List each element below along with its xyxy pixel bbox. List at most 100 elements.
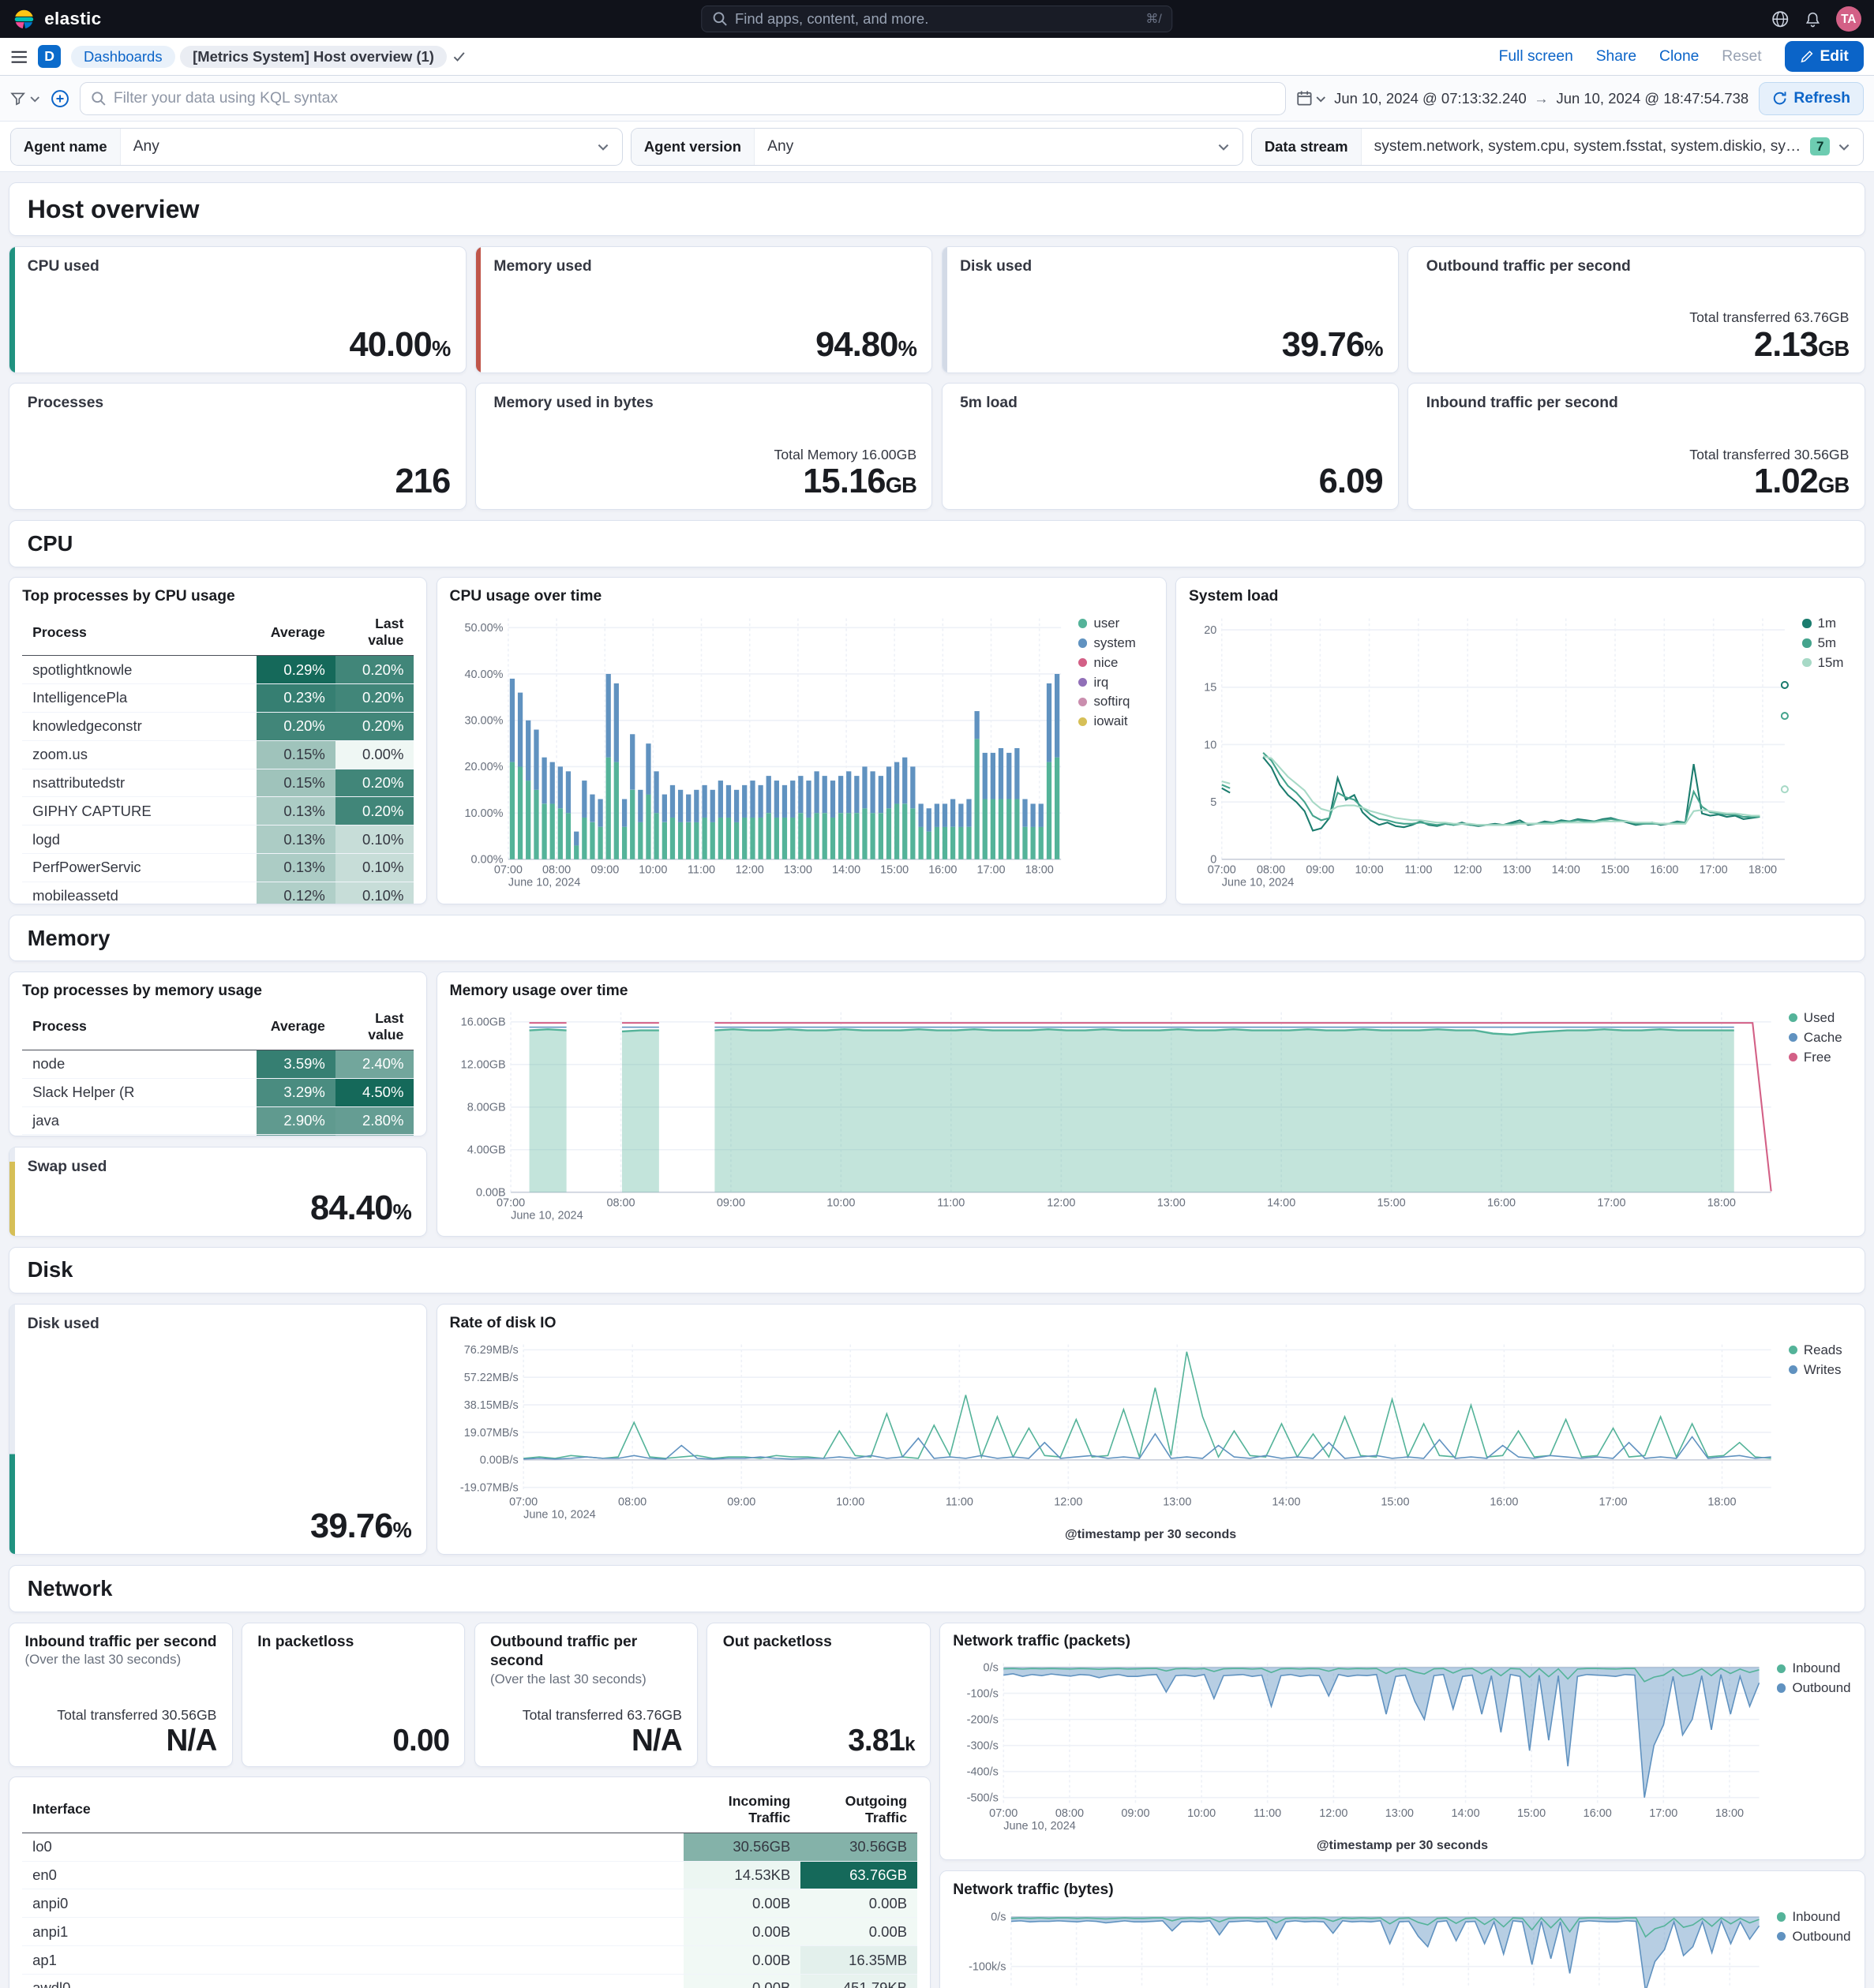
legend-dot-icon xyxy=(1078,658,1088,668)
notifications-bell-icon[interactable] xyxy=(1805,11,1821,28)
dashboard-app-badge[interactable]: D xyxy=(38,45,62,69)
svg-text:8.00GB: 8.00GB xyxy=(467,1102,505,1114)
table-cell: 0.20% xyxy=(335,655,414,684)
legend-item[interactable]: user xyxy=(1078,616,1136,631)
svg-text:5: 5 xyxy=(1210,796,1216,809)
legend-item[interactable]: Reads xyxy=(1788,1342,1842,1358)
metric-memory-used[interactable]: Memory used 94.80% xyxy=(474,245,933,373)
legend-item[interactable]: Outbound xyxy=(1777,1929,1851,1945)
metric-processes[interactable]: Processes 216 xyxy=(9,383,467,511)
x-axis-title: @timestamp per 30 seconds xyxy=(1316,1838,1489,1853)
svg-text:11:00: 11:00 xyxy=(1254,1807,1281,1820)
legend-item[interactable]: Outbound xyxy=(1777,1680,1851,1696)
legend-item[interactable]: nice xyxy=(1078,655,1136,671)
svg-text:12.00GB: 12.00GB xyxy=(460,1059,505,1072)
metric-outbound-traffic-30s[interactable]: Outbound traffic per second (Over the la… xyxy=(474,1622,699,1767)
table-cell: 3.59% xyxy=(257,1050,335,1079)
legend-item[interactable]: Inbound xyxy=(1777,1660,1850,1676)
svg-text:19.07MB/s: 19.07MB/s xyxy=(463,1427,518,1440)
metric-accent-bar xyxy=(9,246,15,373)
svg-text:0.00%: 0.00% xyxy=(470,853,503,866)
legend-item[interactable]: Writes xyxy=(1788,1362,1842,1378)
table-row: logd 0.13% 0.10% xyxy=(22,825,414,855)
table-cell: 2.61% xyxy=(257,1134,335,1136)
legend-item[interactable]: Used xyxy=(1788,1010,1842,1026)
svg-text:0.00B: 0.00B xyxy=(475,1187,505,1200)
svg-text:08:00: 08:00 xyxy=(618,1496,647,1509)
cpu-section-header: CPU xyxy=(9,519,1865,567)
global-search-input[interactable]: Find apps, content, and more. ⌘/ xyxy=(701,6,1173,32)
legend-item[interactable]: Free xyxy=(1788,1050,1842,1065)
clone-button[interactable]: Clone xyxy=(1659,48,1699,66)
date-from[interactable]: Jun 10, 2024 @ 07:13:32.240 xyxy=(1334,90,1527,107)
menu-hamburger-icon[interactable] xyxy=(10,48,28,66)
table-cell: knowledgeconstr xyxy=(22,712,257,741)
breadcrumb-dashboards[interactable]: Dashboards xyxy=(70,45,175,68)
metric-swap-used[interactable]: Swap used 84.40% xyxy=(9,1146,428,1237)
svg-text:10: 10 xyxy=(1204,739,1216,751)
svg-text:-400/s: -400/s xyxy=(967,1765,999,1778)
legend-item[interactable]: Inbound xyxy=(1777,1909,1850,1925)
svg-text:17:00: 17:00 xyxy=(1599,1496,1627,1509)
full-screen-button[interactable]: Full screen xyxy=(1499,48,1573,66)
svg-text:50.00%: 50.00% xyxy=(464,622,503,635)
legend-dot-icon xyxy=(1802,658,1812,668)
date-to[interactable]: Jun 10, 2024 @ 18:47:54.738 xyxy=(1556,90,1748,107)
breadcrumb-current[interactable]: [Metrics System] Host overview (1) xyxy=(180,45,447,68)
control-agent-name[interactable]: Agent name Any xyxy=(9,127,624,166)
metric-memory-bytes[interactable]: Memory used in bytes Total Memory 16.00G… xyxy=(474,383,933,511)
svg-text:10.00%: 10.00% xyxy=(464,807,503,820)
legend-item[interactable]: iowait xyxy=(1078,713,1136,729)
metric-in-packetloss[interactable]: In packetloss 0.00 xyxy=(241,1622,466,1767)
legend-item[interactable]: system xyxy=(1078,635,1136,651)
pencil-icon xyxy=(1800,50,1814,64)
share-button[interactable]: Share xyxy=(1596,48,1636,66)
chevron-down-icon xyxy=(1838,140,1850,153)
calendar-icon[interactable] xyxy=(1296,90,1327,107)
cpu-usage-legend: user system nice irq softirq iowait xyxy=(1078,611,1136,729)
metric-outbound-traffic[interactable]: Outbound traffic per second Total transf… xyxy=(1407,245,1865,373)
legend-item[interactable]: 15m xyxy=(1802,655,1843,671)
control-data-stream[interactable]: Data stream system.network, system.cpu, … xyxy=(1250,127,1865,166)
table-cell: 0.29% xyxy=(257,655,335,684)
brand[interactable]: elastic xyxy=(13,8,101,31)
filter-funnel-icon xyxy=(10,91,25,106)
edit-button[interactable]: Edit xyxy=(1784,41,1865,73)
add-filter-button[interactable] xyxy=(51,89,69,108)
metric-5m-load[interactable]: 5m load 6.09 xyxy=(941,383,1400,511)
metric-disk-used-large[interactable]: Disk used 39.76% xyxy=(9,1304,428,1556)
filter-menu-button[interactable] xyxy=(10,91,41,106)
control-agent-version[interactable]: Agent version Any xyxy=(630,127,1244,166)
svg-text:20: 20 xyxy=(1204,624,1216,637)
kql-search-input[interactable]: Filter your data using KQL syntax xyxy=(80,81,1287,115)
refresh-button[interactable]: Refresh xyxy=(1758,81,1865,115)
table-row: nsattributedstr 0.15% 0.20% xyxy=(22,769,414,798)
reset-button[interactable]: Reset xyxy=(1722,48,1761,66)
top-processes-memory-table: Process Average Last value node 3.59% 2.40% Sl… xyxy=(22,1005,414,1136)
legend-item[interactable]: 1m xyxy=(1802,616,1843,631)
metric-out-packetloss[interactable]: Out packetloss 3.81k xyxy=(706,1622,931,1767)
check-icon[interactable] xyxy=(452,49,467,64)
user-avatar[interactable]: TA xyxy=(1835,6,1861,32)
svg-text:16:00: 16:00 xyxy=(928,863,957,876)
refresh-icon xyxy=(1772,91,1787,106)
legend-dot-icon xyxy=(1777,1683,1786,1693)
metric-inbound-traffic[interactable]: Inbound traffic per second Total transfe… xyxy=(1407,383,1865,511)
table-cell: 0.10% xyxy=(335,853,414,882)
legend-item[interactable]: 5m xyxy=(1802,635,1843,651)
legend-item[interactable]: Cache xyxy=(1788,1030,1842,1046)
metric-cpu-used[interactable]: CPU used 40.00% xyxy=(9,245,467,373)
section-title-network: Network xyxy=(27,1575,113,1601)
table-row: node 3.59% 2.40% xyxy=(22,1050,414,1079)
metric-inbound-traffic-30s[interactable]: Inbound traffic per second (Over the las… xyxy=(9,1622,233,1767)
table-cell: 4.50% xyxy=(335,1078,414,1107)
search-icon xyxy=(712,11,727,27)
table-cell: 0.20% xyxy=(335,796,414,826)
brand-name: elastic xyxy=(44,9,102,29)
globe-icon[interactable] xyxy=(1771,10,1789,28)
legend-item[interactable]: softirq xyxy=(1078,694,1136,709)
svg-text:13:00: 13:00 xyxy=(1385,1807,1414,1820)
metric-disk-used[interactable]: Disk used 39.76% xyxy=(941,245,1400,373)
legend-item[interactable]: irq xyxy=(1078,675,1136,691)
svg-text:10:00: 10:00 xyxy=(826,1197,855,1210)
